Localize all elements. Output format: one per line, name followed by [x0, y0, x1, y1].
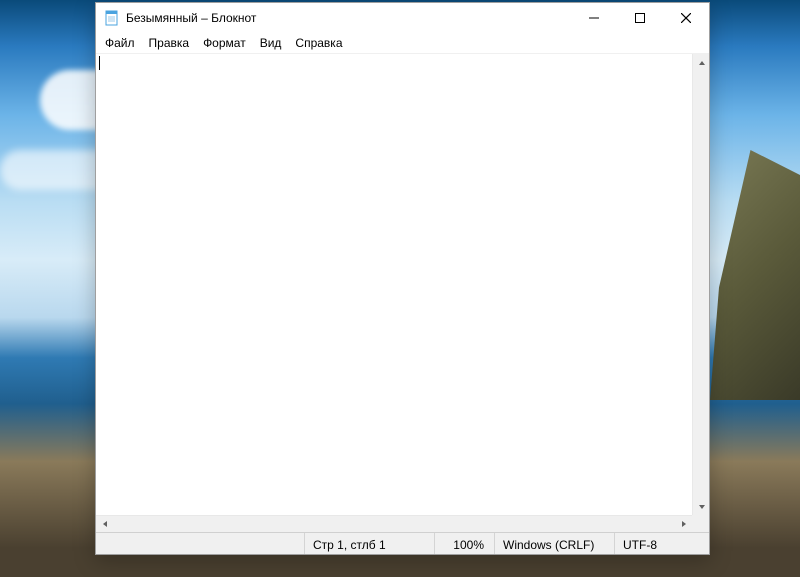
text-caret: [99, 56, 100, 70]
desktop-wallpaper: Безымянный – Блокнот Файл Правка Формат …: [0, 0, 800, 577]
vertical-scrollbar[interactable]: [692, 54, 709, 515]
horizontal-scrollbar[interactable]: [96, 515, 692, 532]
close-button[interactable]: [663, 3, 709, 33]
maximize-button[interactable]: [617, 3, 663, 33]
menu-format[interactable]: Формат: [196, 35, 253, 51]
minimize-button[interactable]: [571, 3, 617, 33]
menu-view[interactable]: Вид: [253, 35, 289, 51]
scroll-corner: [692, 515, 709, 532]
wallpaper-rock: [710, 150, 800, 400]
status-cursor-position: Стр 1, стлб 1: [304, 533, 434, 554]
statusbar: Стр 1, стлб 1 100% Windows (CRLF) UTF-8: [96, 532, 709, 554]
status-zoom: 100%: [434, 533, 494, 554]
status-encoding: UTF-8: [614, 533, 709, 554]
text-editor[interactable]: [96, 54, 260, 90]
scroll-right-icon[interactable]: [675, 516, 692, 533]
horizontal-scroll-row: [96, 515, 709, 532]
notepad-window: Безымянный – Блокнот Файл Правка Формат …: [95, 2, 710, 555]
status-spacer: [96, 533, 304, 554]
menu-file[interactable]: Файл: [98, 35, 142, 51]
text-area-wrap: [96, 54, 692, 515]
editor-container: [96, 53, 709, 515]
menu-help[interactable]: Справка: [288, 35, 349, 51]
menu-edit[interactable]: Правка: [142, 35, 197, 51]
scroll-up-icon[interactable]: [693, 54, 709, 71]
scroll-left-icon[interactable]: [96, 516, 113, 533]
status-line-ending: Windows (CRLF): [494, 533, 614, 554]
window-title: Безымянный – Блокнот: [126, 11, 256, 25]
scroll-down-icon[interactable]: [693, 498, 709, 515]
menubar: Файл Правка Формат Вид Справка: [96, 33, 709, 53]
titlebar[interactable]: Безымянный – Блокнот: [96, 3, 709, 33]
notepad-app-icon: [104, 10, 120, 26]
